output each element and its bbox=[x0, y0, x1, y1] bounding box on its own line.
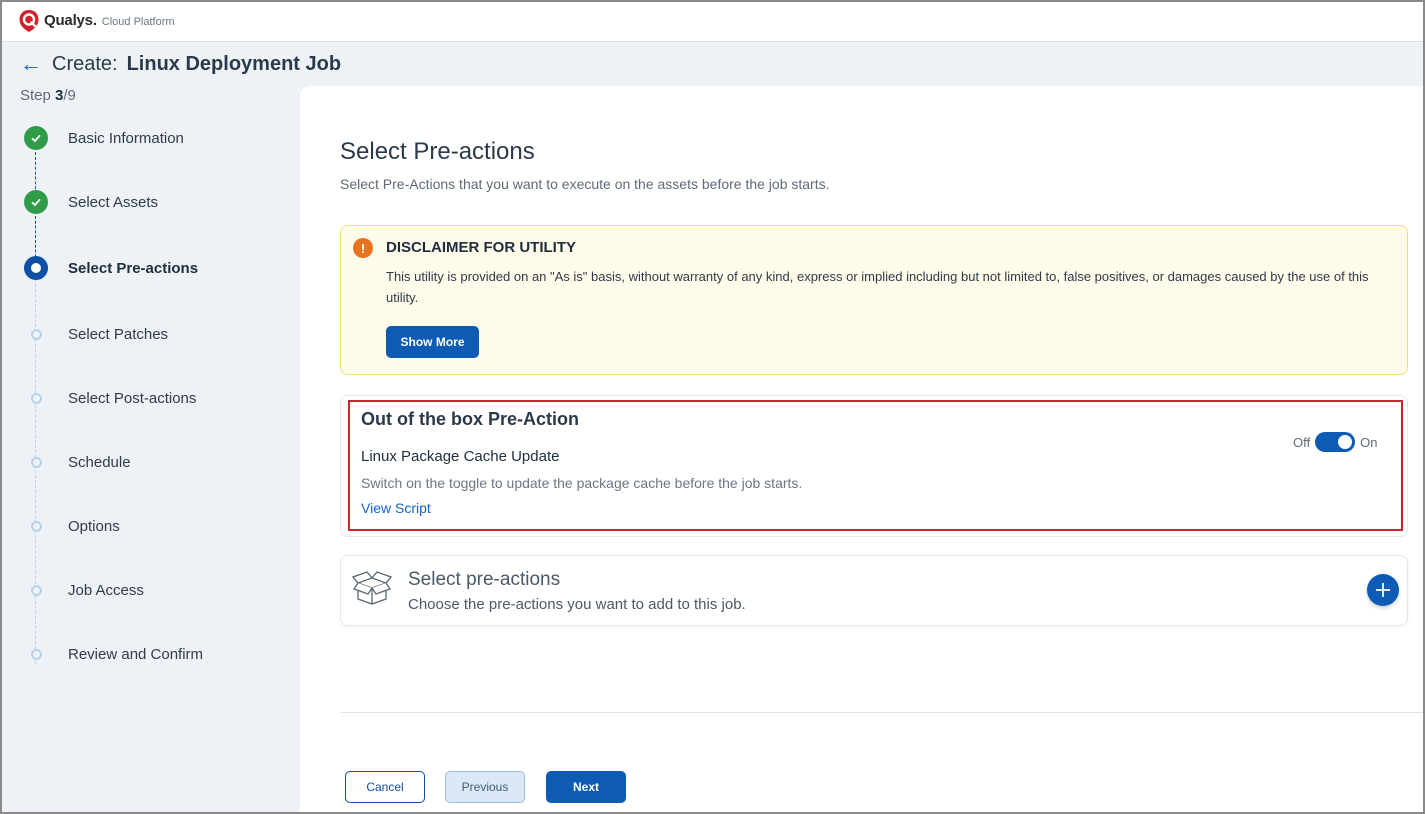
select-pre-actions-card[interactable]: Select pre-actions Choose the pre-action… bbox=[340, 555, 1408, 626]
step-label: Options bbox=[68, 517, 120, 535]
job-title: Linux Deployment Job bbox=[126, 52, 342, 75]
next-button[interactable]: Next bbox=[546, 771, 626, 803]
previous-button[interactable]: Previous bbox=[445, 771, 525, 803]
step-label: Basic Information bbox=[68, 129, 184, 147]
brand-name: Qualys. bbox=[44, 12, 97, 29]
cancel-button[interactable]: Cancel bbox=[345, 771, 425, 803]
qualys-logo-icon bbox=[19, 9, 39, 32]
pending-step-icon bbox=[30, 520, 42, 532]
step-basic-information[interactable]: Basic Information bbox=[0, 120, 300, 156]
view-script-link[interactable]: View Script bbox=[361, 500, 431, 516]
select-pre-actions-subtitle: Choose the pre-actions you want to add t… bbox=[408, 596, 746, 613]
step-label: Schedule bbox=[68, 453, 131, 471]
step-job-access[interactable]: Job Access bbox=[0, 572, 300, 608]
check-icon bbox=[24, 190, 48, 214]
back-arrow-icon[interactable]: ← bbox=[20, 53, 42, 75]
pending-step-icon bbox=[30, 328, 42, 340]
warning-icon: ! bbox=[353, 238, 373, 258]
step-select-assets[interactable]: Select Assets bbox=[0, 184, 300, 220]
step-review-and-confirm[interactable]: Review and Confirm bbox=[0, 636, 300, 672]
footer-divider bbox=[340, 712, 1425, 713]
disclaimer-box: ! DISCLAIMER FOR UTILITY This utility is… bbox=[340, 225, 1408, 375]
select-pre-actions-title: Select pre-actions bbox=[408, 569, 561, 590]
step-schedule[interactable]: Schedule bbox=[0, 444, 300, 480]
pending-step-icon bbox=[30, 584, 42, 596]
ootb-title: Out of the box Pre-Action bbox=[361, 409, 579, 429]
create-label: Create: bbox=[52, 52, 118, 75]
pending-step-icon bbox=[30, 392, 42, 404]
step-counter: Step 3/9 bbox=[20, 87, 76, 104]
page-title: Select Pre-actions bbox=[340, 138, 535, 165]
brand-product: Cloud Platform bbox=[101, 16, 175, 28]
pre-action-name: Linux Package Cache Update bbox=[361, 448, 560, 465]
step-label: Job Access bbox=[68, 581, 144, 599]
check-icon bbox=[24, 126, 48, 150]
step-select-patches[interactable]: Select Patches bbox=[0, 316, 300, 352]
toggle-on-label: On bbox=[1360, 434, 1378, 450]
step-counter-prefix: Step bbox=[20, 87, 56, 104]
step-label: Review and Confirm bbox=[68, 645, 204, 663]
pending-step-icon bbox=[30, 456, 42, 468]
plus-icon bbox=[1376, 583, 1390, 597]
disclaimer-title: DISCLAIMER FOR UTILITY bbox=[386, 239, 576, 256]
step-label: Select Pre-actions bbox=[68, 259, 199, 277]
pending-step-icon bbox=[30, 648, 42, 660]
package-cache-toggle-group: Off On bbox=[1293, 432, 1377, 452]
open-box-icon bbox=[352, 571, 392, 605]
step-label: Select Post-actions bbox=[68, 389, 197, 407]
step-label: Select Patches bbox=[68, 325, 169, 343]
step-select-pre-actions[interactable]: Select Pre-actions bbox=[0, 250, 300, 286]
step-select-post-actions[interactable]: Select Post-actions bbox=[0, 380, 300, 416]
current-step-icon bbox=[24, 256, 48, 280]
show-more-button[interactable]: Show More bbox=[386, 326, 479, 358]
step-options[interactable]: Options bbox=[0, 508, 300, 544]
add-pre-action-button[interactable] bbox=[1367, 574, 1399, 606]
step-label: Select Assets bbox=[68, 193, 159, 211]
pre-action-description: Switch on the toggle to update the packa… bbox=[361, 475, 803, 491]
page-header: ← Create: Linux Deployment Job bbox=[20, 50, 341, 78]
toggle-off-label: Off bbox=[1293, 434, 1311, 450]
out-of-box-pre-action-card: Out of the box Pre-Action Linux Package … bbox=[340, 395, 1408, 537]
disclaimer-text: This utility is provided on an "As is" b… bbox=[386, 269, 1369, 305]
page-subtitle: Select Pre-Actions that you want to exec… bbox=[340, 176, 830, 192]
main-panel: Select Pre-actions Select Pre-Actions th… bbox=[300, 86, 1425, 814]
top-bar: Qualys. Cloud Platform bbox=[0, 0, 1425, 42]
package-cache-toggle[interactable] bbox=[1315, 432, 1356, 452]
step-counter-total: /9 bbox=[63, 87, 76, 104]
